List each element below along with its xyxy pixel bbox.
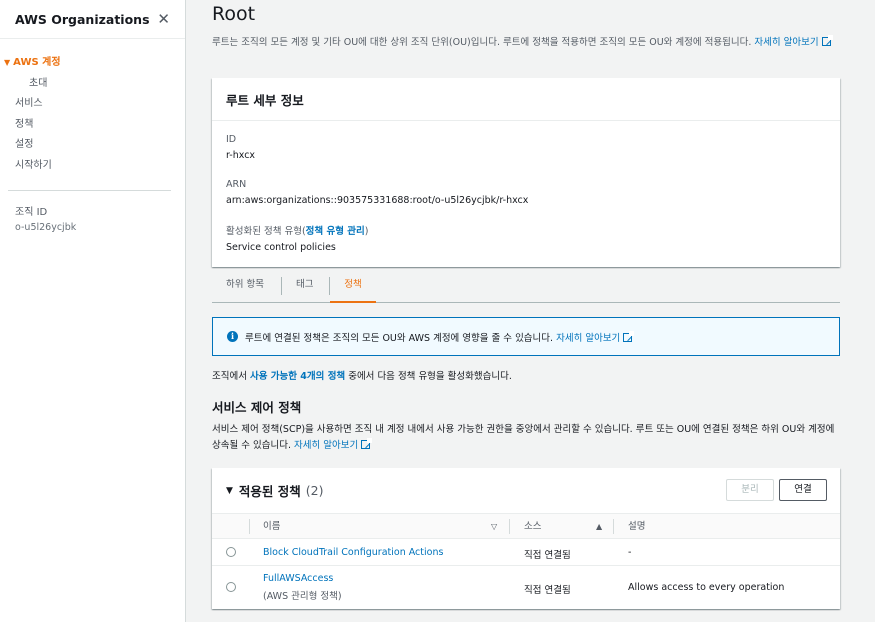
arn-field: ARN arn:aws:organizations::903575331688:… — [226, 179, 528, 206]
tab-divider — [281, 277, 282, 295]
tab-tags[interactable]: 태그 — [296, 272, 313, 303]
arn-value: arn:aws:organizations::903575331688:root… — [226, 195, 529, 206]
root-details-panel: 루트 세부 정보 ID r-hxcx ARN arn:aws:organizat… — [212, 78, 840, 267]
policy-source: 직접 연결됨 — [524, 550, 571, 561]
learn-more-link[interactable]: 자세히 알아보기 — [754, 35, 833, 48]
caret-down-icon: ▼ — [4, 58, 11, 67]
org-id-label: 조직 ID — [15, 207, 48, 218]
page-title: Root — [212, 3, 256, 25]
sidebar-nav: ▼ AWS 계정 초대 서비스 정책 설정 시작하기 — [0, 39, 185, 176]
policy-name-link[interactable]: Block CloudTrail Configuration Actions — [263, 547, 443, 558]
column-divider — [613, 519, 614, 534]
root-details-title: 루트 세부 정보 — [212, 78, 840, 121]
tab-children[interactable]: 하위 항목 — [226, 272, 264, 303]
policy-managed-note: (AWS 관리형 정책) — [263, 591, 342, 602]
applied-policies-table: ▼ 적용된 정책 (2) 분리 연결 이름 ▽ 소스 ▲ 설명 Block Cl… — [212, 468, 840, 609]
tab-policies[interactable]: 정책 — [330, 272, 376, 303]
applied-policies-count: (2) — [305, 483, 324, 498]
id-value: r-hxcx — [226, 150, 256, 161]
external-link-icon — [361, 438, 373, 449]
policy-source: 직접 연결됨 — [524, 585, 571, 596]
sidebar-item-invitations[interactable]: 초대 — [0, 74, 185, 95]
external-link-icon — [821, 35, 833, 46]
policy-name-link[interactable]: FullAWSAccess — [263, 573, 333, 584]
sidebar-item-get-started[interactable]: 시작하기 — [0, 156, 185, 177]
sidebar-item-policies[interactable]: 정책 — [0, 115, 185, 136]
policy-types-value: Service control policies — [226, 242, 336, 253]
external-link-icon — [623, 330, 635, 342]
id-label: ID — [226, 134, 237, 145]
column-header-source[interactable]: 소스 — [524, 514, 541, 539]
applied-policies-title: 적용된 정책 — [238, 484, 301, 499]
policy-types-label: 활성화된 정책 유형(정책 유형 관리) — [226, 226, 369, 237]
table-row[interactable]: FullAWSAccess (AWS 관리형 정책) 직접 연결됨 Allows… — [212, 566, 840, 608]
row-radio[interactable] — [226, 582, 236, 592]
sidebar-divider — [8, 190, 171, 191]
id-field: ID r-hxcx — [226, 134, 255, 161]
scp-learn-more-link[interactable]: 자세히 알아보기 — [294, 438, 373, 451]
info-alert-text: 루트에 연결된 정책은 조직의 모든 OU와 AWS 계정에 영향을 줄 수 있… — [245, 332, 554, 344]
page-description-text: 루트는 조직의 모든 계정 및 기타 OU에 대한 상위 조직 단위(OU)입니… — [212, 37, 752, 48]
policy-description: Allows access to every operation — [628, 582, 785, 593]
tab-bar: 하위 항목 태그 정책 — [212, 272, 840, 303]
column-divider — [249, 519, 250, 534]
available-policies-text: 조직에서 사용 가능한 4개의 정책 중에서 다음 정책 유형을 활성화했습니다… — [212, 371, 512, 382]
policy-types-field: 활성화된 정책 유형(정책 유형 관리) Service control pol… — [226, 223, 368, 253]
column-divider — [509, 519, 510, 534]
available-policies-link[interactable]: 사용 가능한 4개의 정책 — [250, 371, 345, 382]
column-header-description: 설명 — [628, 521, 646, 532]
manage-policy-types-link[interactable]: 정책 유형 관리 — [306, 226, 365, 237]
info-icon: i — [227, 331, 238, 342]
policy-description: - — [628, 547, 632, 558]
info-alert: i 루트에 연결된 정책은 조직의 모든 OU와 AWS 계정에 영향을 줄 수… — [212, 317, 840, 356]
sidebar-title[interactable]: AWS Organizations — [15, 12, 150, 27]
sort-icon[interactable]: ▽ — [491, 514, 497, 539]
detach-button[interactable]: 분리 — [726, 479, 774, 501]
caret-down-icon: ▼ — [226, 485, 233, 496]
side-navigation: AWS Organizations ✕ ▼ AWS 계정 초대 서비스 정책 설… — [0, 0, 186, 622]
arn-label: ARN — [226, 179, 247, 190]
page-description: 루트는 조직의 모든 계정 및 기타 OU에 대한 상위 조직 단위(OU)입니… — [212, 35, 840, 51]
applied-policies-toggle[interactable]: ▼ 적용된 정책 (2) — [226, 481, 324, 500]
attach-button[interactable]: 연결 — [779, 479, 827, 501]
column-header-name[interactable]: 이름 — [263, 514, 280, 539]
sidebar-item-settings[interactable]: 설정 — [0, 135, 185, 156]
table-header: 이름 ▽ 소스 ▲ 설명 — [212, 513, 840, 539]
scp-description: 서비스 제어 정책(SCP)을 사용하면 조직 내 계정 내에서 사용 가능한 … — [212, 424, 835, 451]
sidebar-item-aws-accounts[interactable]: ▼ AWS 계정 — [0, 53, 185, 74]
sidebar-header: AWS Organizations ✕ — [0, 0, 185, 39]
sidebar-item-label: AWS 계정 — [13, 57, 61, 68]
table-row[interactable]: Block CloudTrail Configuration Actions 직… — [212, 539, 840, 566]
org-id-value: o-u5l26ycjbk — [15, 222, 77, 233]
scp-section-title: 서비스 제어 정책 — [212, 400, 302, 415]
sort-ascending-icon[interactable]: ▲ — [596, 514, 602, 539]
info-learn-more-link[interactable]: 자세히 알아보기 — [556, 330, 635, 344]
sidebar-item-services[interactable]: 서비스 — [0, 94, 185, 115]
close-icon[interactable]: ✕ — [157, 11, 170, 27]
row-radio[interactable] — [226, 547, 236, 557]
